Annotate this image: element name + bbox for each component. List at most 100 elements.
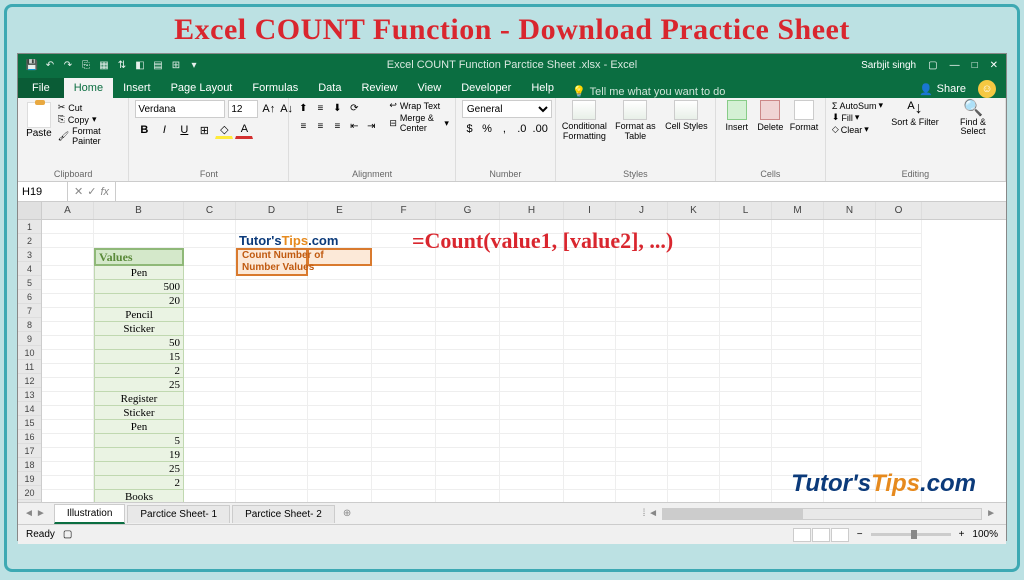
cell[interactable] <box>42 462 94 476</box>
cell[interactable]: Register <box>94 392 184 406</box>
sort-filter-button[interactable]: ᴬ↓Sort & Filter <box>889 100 941 137</box>
cell[interactable] <box>772 266 824 280</box>
cell[interactable] <box>42 406 94 420</box>
cell[interactable] <box>236 434 308 448</box>
cell[interactable] <box>616 448 668 462</box>
cell[interactable]: Tutor'sTips.com <box>236 234 308 248</box>
cell[interactable] <box>876 280 922 294</box>
enter-formula-icon[interactable]: ✓ <box>87 185 96 198</box>
clear-button[interactable]: ◇Clear ▾ <box>832 124 883 135</box>
tab-review[interactable]: Review <box>351 78 407 98</box>
cell[interactable] <box>720 378 772 392</box>
cancel-formula-icon[interactable]: ✕ <box>74 185 83 198</box>
row-header[interactable]: 10 <box>18 346 41 360</box>
cell[interactable] <box>772 248 824 266</box>
cell[interactable] <box>668 462 720 476</box>
cell[interactable] <box>236 336 308 350</box>
cell[interactable] <box>436 294 500 308</box>
qat-icon[interactable]: ▾ <box>188 59 200 71</box>
align-right-icon[interactable]: ≡ <box>329 118 345 134</box>
row-header[interactable]: 18 <box>18 458 41 472</box>
cell[interactable] <box>372 462 436 476</box>
cell[interactable] <box>564 350 616 364</box>
cell[interactable] <box>42 220 94 234</box>
col-header[interactable]: B <box>94 202 184 219</box>
cell[interactable] <box>184 280 236 294</box>
cell[interactable] <box>616 294 668 308</box>
spreadsheet-grid[interactable]: 123456789101112131415161718192021 ABCDEF… <box>18 202 1006 502</box>
cell[interactable] <box>668 448 720 462</box>
cell[interactable] <box>616 462 668 476</box>
row-header[interactable]: 14 <box>18 402 41 416</box>
cell[interactable] <box>564 392 616 406</box>
cell[interactable] <box>42 476 94 490</box>
cell[interactable] <box>616 364 668 378</box>
currency-icon[interactable]: $ <box>462 120 477 138</box>
cell[interactable] <box>668 234 720 248</box>
increase-font-icon[interactable]: A↑ <box>261 100 276 118</box>
align-left-icon[interactable]: ≡ <box>295 118 311 134</box>
cell[interactable] <box>436 350 500 364</box>
tab-data[interactable]: Data <box>308 78 351 98</box>
cell[interactable] <box>184 462 236 476</box>
cell[interactable] <box>720 308 772 322</box>
cell[interactable]: Books <box>94 490 184 502</box>
row-header[interactable]: 1 <box>18 220 41 234</box>
cell[interactable] <box>308 392 372 406</box>
cell[interactable] <box>824 336 876 350</box>
sheet-tab-practice2[interactable]: Parctice Sheet- 2 <box>232 505 335 523</box>
cell[interactable] <box>308 234 372 248</box>
cell[interactable] <box>184 350 236 364</box>
zoom-level[interactable]: 100% <box>972 529 998 540</box>
cell[interactable] <box>308 280 372 294</box>
cell[interactable] <box>876 392 922 406</box>
decrease-decimal-icon[interactable]: .00 <box>532 120 549 138</box>
cell[interactable] <box>372 434 436 448</box>
cell[interactable] <box>668 308 720 322</box>
col-header[interactable]: J <box>616 202 668 219</box>
cell[interactable] <box>876 294 922 308</box>
col-header[interactable]: E <box>308 202 372 219</box>
col-header[interactable]: K <box>668 202 720 219</box>
cell[interactable] <box>42 448 94 462</box>
cell[interactable] <box>824 322 876 336</box>
wrap-text-button[interactable]: ↩Wrap Text <box>389 100 449 111</box>
tell-me-search[interactable]: 💡 Tell me what you want to do <box>572 85 725 98</box>
cell[interactable] <box>500 364 564 378</box>
cell[interactable]: Sticker <box>94 322 184 336</box>
cell[interactable] <box>372 420 436 434</box>
cell[interactable] <box>824 406 876 420</box>
align-center-icon[interactable]: ≡ <box>312 118 328 134</box>
cell[interactable] <box>500 336 564 350</box>
cell[interactable] <box>308 350 372 364</box>
cell[interactable] <box>42 280 94 294</box>
zoom-in-button[interactable]: + <box>959 529 965 540</box>
page-break-view-button[interactable] <box>831 528 849 542</box>
cell[interactable] <box>42 294 94 308</box>
cell[interactable] <box>616 336 668 350</box>
cell[interactable] <box>436 420 500 434</box>
cell[interactable] <box>436 490 500 502</box>
increase-indent-icon[interactable]: ⇥ <box>363 118 379 134</box>
cell[interactable] <box>668 476 720 490</box>
macro-record-icon[interactable]: ▢ <box>63 529 72 540</box>
cell[interactable] <box>564 266 616 280</box>
cell[interactable]: 25 <box>94 378 184 392</box>
cell[interactable] <box>308 448 372 462</box>
zoom-slider[interactable] <box>871 533 951 536</box>
cell-styles-button[interactable]: Cell Styles <box>664 100 709 142</box>
cell[interactable] <box>372 378 436 392</box>
cell[interactable] <box>876 308 922 322</box>
cell[interactable] <box>372 294 436 308</box>
cell[interactable] <box>772 308 824 322</box>
cell[interactable] <box>184 392 236 406</box>
cell[interactable] <box>720 462 772 476</box>
cell[interactable] <box>436 448 500 462</box>
cell[interactable] <box>876 406 922 420</box>
cell[interactable] <box>372 392 436 406</box>
row-header[interactable]: 20 <box>18 486 41 500</box>
cell[interactable] <box>184 420 236 434</box>
cell[interactable] <box>668 336 720 350</box>
cell[interactable] <box>564 490 616 502</box>
cell[interactable] <box>824 364 876 378</box>
